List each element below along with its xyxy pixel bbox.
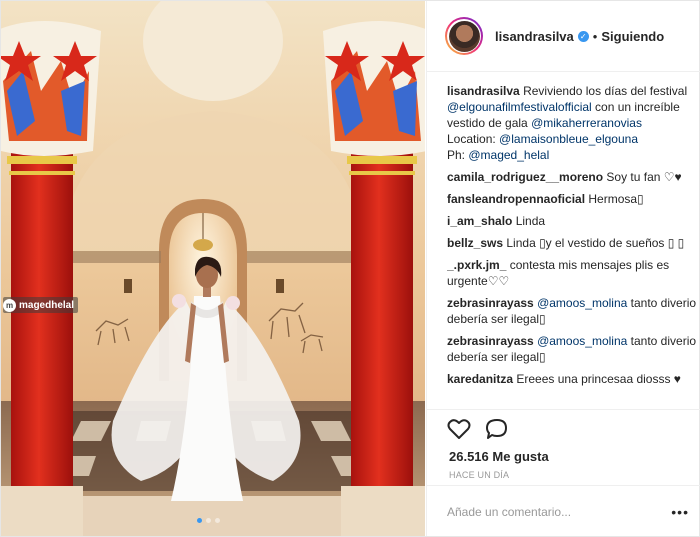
list-item: fansleandropennaoficial Hermosa▯ — [447, 191, 697, 207]
carousel-dot[interactable] — [215, 518, 220, 523]
comment-mention[interactable]: @amoos_molina — [537, 296, 627, 310]
comment-bubble-icon[interactable] — [485, 418, 509, 440]
comment-text: Soy tu fan ♡♥ — [606, 170, 682, 184]
comment-username[interactable]: camila_rodriguez__moreno — [447, 170, 603, 184]
list-item: zebrasinrayass @amoos_molina tanto diver… — [447, 333, 697, 365]
following-button[interactable]: Siguiendo — [601, 29, 664, 44]
caption-mention-location[interactable]: @lamaisonbleue_elgouna — [499, 132, 638, 146]
comment-mention[interactable]: @amoos_molina — [537, 334, 627, 348]
bride-photo-illustration — [1, 1, 425, 536]
carousel-indicator — [197, 518, 220, 523]
comment-username[interactable]: _.pxrk.jm_ — [447, 258, 506, 272]
action-icons — [447, 418, 509, 440]
add-comment-bar: Añade un comentario... ••• — [427, 485, 700, 537]
comment-text: Ereees una princesaa diosss ♥ — [516, 372, 681, 386]
list-item: i_am_shalo Linda — [447, 213, 697, 229]
verified-badge-icon: ✓ — [577, 30, 589, 42]
likes-count[interactable]: 26.516 Me gusta — [449, 449, 549, 464]
list-item: karedanitza Ereees una princesaa diosss … — [447, 371, 697, 387]
comment-username[interactable]: bellz_sws — [447, 236, 503, 250]
caption-username[interactable]: lisandrasilva — [447, 84, 520, 98]
more-options-icon[interactable]: ••• — [671, 504, 689, 520]
comment-username[interactable]: fansleandropennaoficial — [447, 192, 585, 206]
comment-text: Linda ▯y el vestido de sueños ▯ ▯ — [506, 236, 685, 250]
list-item: bellz_sws Linda ▯y el vestido de sueños … — [447, 235, 697, 251]
comment-username[interactable]: karedanitza — [447, 372, 513, 386]
watermark-logo-icon: m — [3, 298, 16, 312]
carousel-dot[interactable] — [197, 518, 202, 523]
avatar-image — [448, 20, 480, 52]
photographer-watermark: m magedhelal — [3, 297, 79, 313]
avatar-story-ring[interactable] — [445, 17, 483, 55]
comment-username[interactable]: i_am_shalo — [447, 214, 512, 228]
comment-username[interactable]: zebrasinrayass — [447, 296, 534, 310]
list-item: zebrasinrayass @amoos_molina tanto diver… — [447, 295, 697, 327]
post-photo[interactable]: m magedhelal — [1, 1, 425, 536]
caption-mention-festival[interactable]: @elgounafilmfestivalofficial — [447, 100, 592, 114]
instagram-post: m magedhelal lisandrasilva ✓ • Siguiendo… — [0, 0, 700, 537]
caption-text: Reviviendo los días del festival — [523, 84, 688, 98]
comment-input[interactable]: Añade un comentario... — [447, 505, 571, 519]
comments-list[interactable]: lisandrasilva Reviviendo los días del fe… — [447, 83, 697, 409]
avatar — [447, 19, 481, 53]
caption-location-label: Location: — [447, 132, 496, 146]
caption-mention-dress[interactable]: @mikaherreranovias — [531, 116, 642, 130]
post-timestamp: HACE UN DÍA — [449, 470, 510, 480]
carousel-dot[interactable] — [206, 518, 211, 523]
caption-mention-photographer[interactable]: @maged_helal — [468, 148, 549, 162]
comment-text: Linda — [515, 214, 546, 228]
list-item: _.pxrk.jm_ contesta mis mensajes plis es… — [447, 257, 697, 289]
post-side-panel: lisandrasilva ✓ • Siguiendo lisandrasilv… — [426, 1, 700, 536]
comment-username[interactable]: zebrasinrayass — [447, 334, 534, 348]
comment-text: Hermosa▯ — [588, 192, 644, 206]
heart-icon[interactable] — [447, 418, 471, 440]
post-actions: 26.516 Me gusta HACE UN DÍA — [427, 409, 700, 480]
header-separator: • — [592, 28, 598, 44]
caption-ph-label: Ph: — [447, 148, 466, 162]
caption: lisandrasilva Reviviendo los días del fe… — [447, 83, 697, 163]
list-item: camila_rodriguez__moreno Soy tu fan ♡♥ — [447, 169, 697, 185]
post-header: lisandrasilva ✓ • Siguiendo — [427, 1, 700, 72]
watermark-text: magedhelal — [19, 299, 75, 311]
header-username[interactable]: lisandrasilva — [495, 29, 574, 44]
